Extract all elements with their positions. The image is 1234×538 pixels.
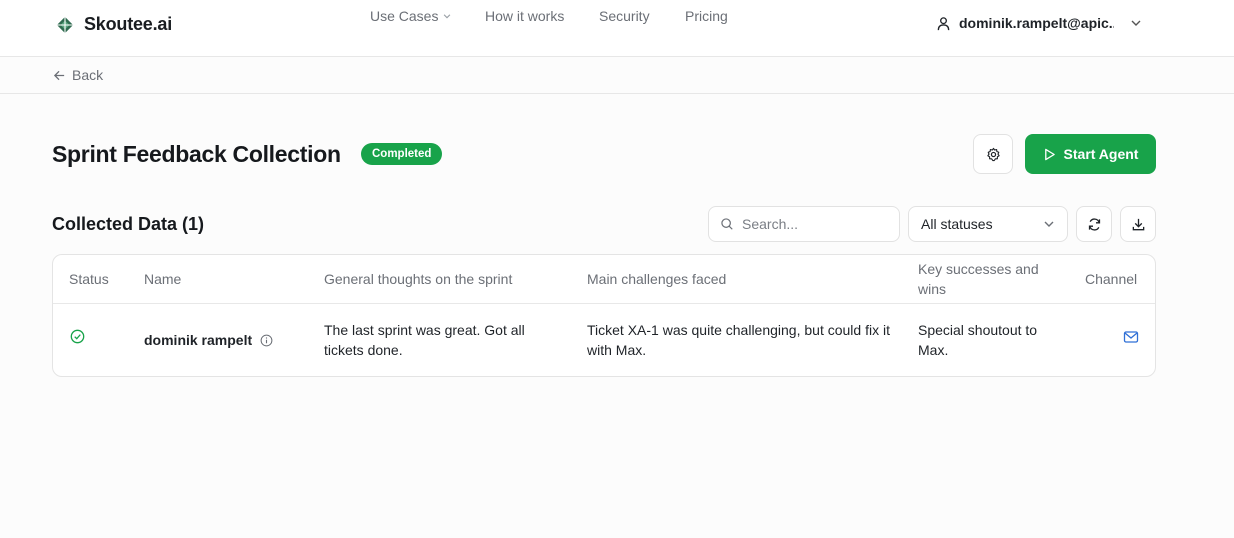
arrow-left-icon xyxy=(53,70,65,80)
user-menu[interactable]: dominik.rampelt@apic... xyxy=(936,15,1142,31)
column-header-status: Status xyxy=(69,271,109,287)
nav-use-cases[interactable]: Use Cases xyxy=(370,8,452,24)
thoughts-cell: The last sprint was great. Got all ticke… xyxy=(324,322,525,358)
status-badge: Completed xyxy=(361,143,443,165)
chevron-down-icon xyxy=(1044,221,1054,227)
column-header-thoughts: General thoughts on the sprint xyxy=(324,271,513,287)
status-filter-select[interactable]: All statuses xyxy=(908,206,1068,242)
table-row[interactable]: dominik rampelt The last sprint was grea… xyxy=(53,304,1155,376)
search-icon xyxy=(721,218,733,230)
back-link[interactable]: Back xyxy=(53,67,103,83)
back-label: Back xyxy=(72,67,104,83)
user-icon xyxy=(937,16,950,30)
successes-cell: Special shoutout to Max. xyxy=(918,322,1038,358)
mail-icon[interactable] xyxy=(1123,330,1139,344)
brand-name: Skoutee.ai xyxy=(84,14,173,34)
nav-label: Security xyxy=(599,8,650,24)
top-navbar: Skoutee.ai Use Cases How it works Securi… xyxy=(0,0,1234,57)
nav-pricing[interactable]: Pricing xyxy=(685,8,728,24)
search-input[interactable] xyxy=(742,216,882,232)
back-bar: Back xyxy=(0,57,1234,94)
column-header-channel: Channel xyxy=(1085,271,1138,287)
collected-data-title: Collected Data (1) xyxy=(52,214,205,234)
user-email: dominik.rampelt@apic... xyxy=(959,15,1114,31)
challenges-cell: Ticket XA-1 was quite challenging, but c… xyxy=(587,322,890,358)
name-cell: dominik rampelt xyxy=(144,330,273,350)
column-header-challenges: Main challenges faced xyxy=(587,271,727,287)
column-header-successes: Key successes and wins xyxy=(918,261,1039,297)
skoutee-logo-icon xyxy=(56,16,74,33)
search-box[interactable] xyxy=(708,206,900,242)
start-agent-label: Start Agent xyxy=(1063,146,1139,162)
page-title: Sprint Feedback Collection xyxy=(52,141,341,167)
column-header-name: Name xyxy=(144,271,182,287)
respondent-name: dominik rampelt xyxy=(144,332,253,348)
status-filter-value: All statuses xyxy=(921,216,993,232)
nav-security[interactable]: Security xyxy=(599,8,650,24)
table-header: Status Name General thoughts on the spri… xyxy=(53,255,1155,304)
nav-label: Pricing xyxy=(685,8,728,24)
chevron-down-icon xyxy=(1131,20,1141,26)
nav-label: Use Cases xyxy=(370,8,439,24)
collected-data-table: Status Name General thoughts on the spri… xyxy=(52,254,1156,377)
gear-icon xyxy=(986,147,1000,161)
refresh-button[interactable] xyxy=(1076,206,1112,242)
settings-button[interactable] xyxy=(973,134,1013,174)
info-icon[interactable] xyxy=(260,334,273,347)
check-circle-icon xyxy=(70,329,85,344)
nav-how-it-works[interactable]: How it works xyxy=(485,8,564,24)
chevron-down-icon xyxy=(444,14,451,19)
refresh-icon xyxy=(1088,217,1100,231)
play-icon xyxy=(1044,148,1055,160)
download-icon xyxy=(1132,218,1144,230)
brand-logo[interactable]: Skoutee.ai xyxy=(56,14,172,35)
nav-label: How it works xyxy=(485,8,565,24)
start-agent-button[interactable]: Start Agent xyxy=(1025,134,1156,174)
download-button[interactable] xyxy=(1120,206,1156,242)
